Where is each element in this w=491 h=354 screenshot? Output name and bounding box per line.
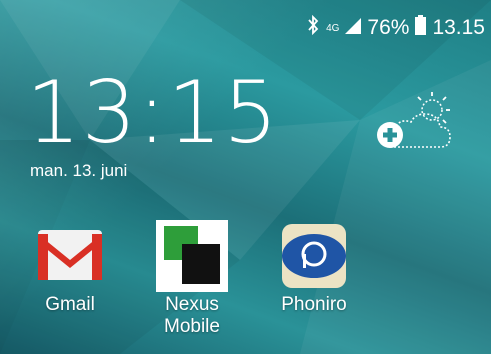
app-gmail[interactable]: Gmail	[25, 220, 115, 316]
clock-time[interactable]: 13:15	[26, 70, 279, 156]
app-nexus-mobile[interactable]: Nexus Mobile	[147, 220, 237, 338]
signal-icon	[345, 16, 362, 40]
app-label: Gmail	[45, 294, 95, 315]
app-phoniro[interactable]: Phoniro	[269, 220, 359, 316]
gmail-icon	[34, 220, 106, 292]
network-type: 4G	[326, 22, 340, 34]
status-time: 13.15	[432, 16, 485, 39]
bluetooth-icon	[306, 14, 320, 41]
battery-percent: 76%	[367, 16, 410, 39]
weather-add-icon[interactable]	[370, 92, 465, 156]
phoniro-icon	[278, 220, 350, 292]
app-label: Phoniro	[281, 294, 347, 315]
status-bar[interactable]: 4G 76% 13.15	[306, 14, 485, 42]
clock-date[interactable]: man. 13. juni	[30, 161, 127, 181]
battery-icon	[415, 15, 427, 41]
app-label: Nexus Mobile	[164, 294, 220, 337]
nexus-mobile-icon	[156, 220, 228, 292]
